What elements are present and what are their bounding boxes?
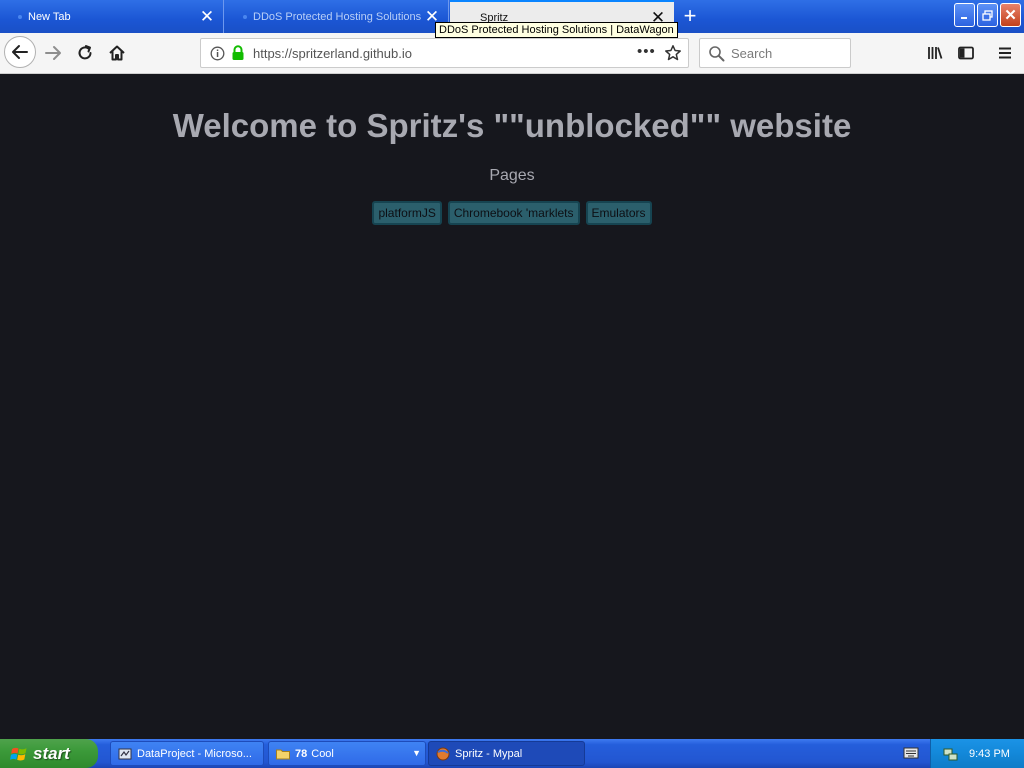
hamburger-menu-button[interactable] [990,38,1020,68]
taskbar-item-cool[interactable]: 78 Cool ▼ [268,741,426,766]
taskbar: start DataProject - Microso... 78 Cool ▼… [0,739,1024,768]
browser-icon [436,747,450,760]
library-button[interactable] [920,38,950,68]
link-platformjs[interactable]: platformJS [372,201,442,225]
new-tab-button[interactable]: + [678,4,702,28]
start-button[interactable]: start [0,739,98,768]
reload-icon [78,45,92,60]
system-tray: 9:43 PM [930,739,1024,768]
bookmark-star-icon[interactable] [664,44,682,62]
windows-logo-icon [10,747,27,760]
tab-tooltip: DDoS Protected Hosting Solutions | DataW… [435,22,678,38]
tab-label: New Tab [28,10,71,23]
back-button[interactable] [4,36,36,68]
tab-close-icon[interactable]: ✕ [197,7,217,27]
arrow-left-icon [12,45,28,59]
taskbar-item-label: Cool [311,747,334,760]
search-input[interactable] [731,44,843,62]
taskbar-item-spritz[interactable]: Spritz - Mypal [428,741,585,766]
minimize-icon [961,16,967,19]
link-chromebook-marklets[interactable]: Chromebook 'marklets [447,201,580,225]
navigation-toolbar: https://spritzerland.github.io ••• [0,33,1024,74]
tab-favicon-icon [18,14,22,19]
tab-label: DDoS Protected Hosting Solutions | DataW… [253,10,422,23]
page-links: platformJS Chromebook 'marklets Emulator… [0,201,1024,225]
arrow-right-icon [45,46,61,60]
tab-favicon-icon [243,14,247,19]
network-icon[interactable] [943,746,959,762]
home-button[interactable] [102,38,132,68]
page-actions-icon[interactable]: ••• [637,43,656,60]
taskbar-item-dataproject[interactable]: DataProject - Microso... [110,741,264,766]
search-bar[interactable] [699,38,851,68]
lock-icon[interactable] [231,45,245,61]
sidebar-icon [958,46,974,60]
page-title: Welcome to Spritz's ""unblocked"" websit… [172,107,852,144]
clock[interactable]: 9:43 PM [969,748,1010,760]
minimize-button[interactable] [954,3,975,27]
taskbar-item-count: 78 [295,747,308,760]
restore-icon [982,9,993,21]
taskbar-item-label: DataProject - Microso... [137,747,252,760]
chevron-down-icon: ▼ [412,748,421,758]
tab-ddos-hosting[interactable]: DDoS Protected Hosting Solutions | DataW… [225,0,449,33]
taskbar-item-label: Spritz - Mypal [455,747,523,760]
restore-button[interactable] [977,3,998,27]
web-page: Welcome to Spritz's ""unblocked"" websit… [0,74,1024,739]
keyboard-icon[interactable] [903,746,919,760]
reload-button[interactable] [70,38,100,68]
close-window-button[interactable]: ✕ [1000,3,1021,27]
close-icon: ✕ [1004,7,1017,24]
tab-new-tab[interactable]: New Tab ✕ [0,0,224,33]
url-text[interactable]: https://spritzerland.github.io [253,46,412,61]
hamburger-menu-icon [999,47,1011,59]
search-icon [709,46,725,62]
info-icon[interactable] [210,46,225,61]
forward-button[interactable] [38,38,68,68]
folder-icon [276,749,290,759]
link-emulators[interactable]: Emulators [585,201,652,225]
pages-heading: Pages [489,167,535,184]
app-icon [118,748,132,759]
sidebar-button[interactable] [951,38,981,68]
home-icon [109,45,125,61]
library-icon [928,47,943,59]
url-bar[interactable]: https://spritzerland.github.io ••• [200,38,689,68]
start-label: start [33,743,70,763]
